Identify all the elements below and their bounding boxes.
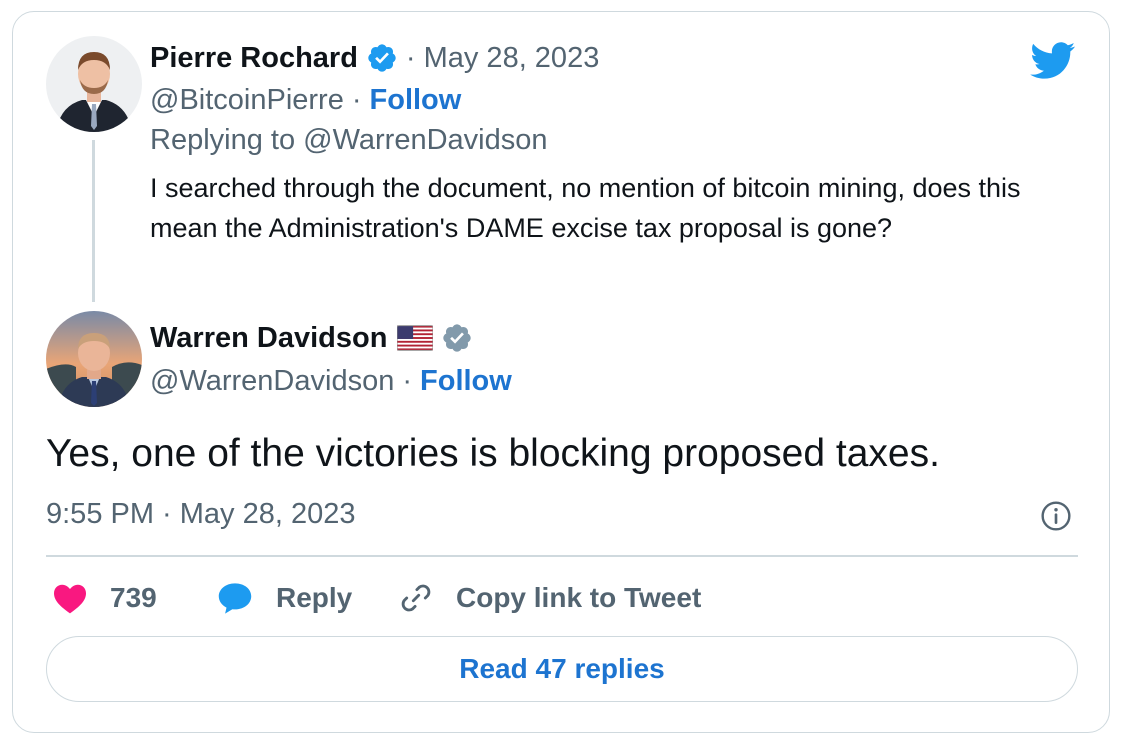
follow-button[interactable]: Follow bbox=[420, 365, 512, 398]
link-icon bbox=[401, 584, 431, 612]
us-flag-icon bbox=[397, 325, 434, 351]
author-handle[interactable]: @BitcoinPierre bbox=[150, 84, 344, 117]
reply-tweet-text: I searched through the document, no ment… bbox=[150, 173, 1021, 243]
like-button[interactable]: 739 bbox=[52, 580, 157, 616]
divider bbox=[46, 555, 1078, 557]
replying-to-text[interactable]: Replying to @WarrenDavidson bbox=[150, 124, 547, 157]
author-name[interactable]: Pierre Rochard bbox=[150, 42, 358, 75]
reply-bubble-icon bbox=[218, 583, 252, 614]
separator-dot: · bbox=[405, 41, 416, 74]
avatar-pierre-rochard[interactable] bbox=[46, 36, 142, 132]
author-name[interactable]: Warren Davidson bbox=[150, 322, 387, 355]
main-tweet-header: Warren Davidson bbox=[150, 318, 473, 358]
reply-tweet-header: Pierre Rochard · May 28, 2023 bbox=[150, 38, 599, 78]
tweet-timestamp[interactable]: 9:55 PM · May 28, 2023 bbox=[46, 498, 356, 531]
replying-to-row: Replying to @WarrenDavidson bbox=[150, 120, 547, 160]
verified-badge-icon bbox=[443, 324, 472, 352]
avatar-warren-davidson[interactable] bbox=[46, 311, 142, 407]
follow-button[interactable]: Follow bbox=[370, 84, 462, 117]
separator-dot: · bbox=[402, 364, 413, 397]
like-count: 739 bbox=[110, 582, 157, 613]
copy-link-button[interactable]: Copy link to Tweet bbox=[398, 580, 701, 616]
main-handle-row: @WarrenDavidson · Follow bbox=[150, 361, 512, 401]
reply-handle-row: @BitcoinPierre · Follow bbox=[150, 80, 461, 120]
reply-label: Reply bbox=[276, 582, 353, 613]
reply-button[interactable]: Reply bbox=[216, 580, 352, 616]
thread-connector-line bbox=[92, 140, 95, 302]
info-icon[interactable] bbox=[1040, 500, 1072, 532]
author-handle[interactable]: @WarrenDavidson bbox=[150, 365, 394, 398]
separator-dot: · bbox=[351, 83, 362, 116]
main-tweet-text: Yes, one of the victories is blocking pr… bbox=[46, 432, 940, 475]
copy-link-label: Copy link to Tweet bbox=[456, 582, 702, 613]
twitter-bird-icon[interactable] bbox=[1030, 42, 1076, 80]
read-replies-button[interactable]: Read 47 replies bbox=[46, 636, 1078, 702]
tweet-date[interactable]: May 28, 2023 bbox=[424, 42, 600, 75]
heart-icon bbox=[54, 584, 86, 614]
verified-badge-icon bbox=[368, 44, 396, 72]
